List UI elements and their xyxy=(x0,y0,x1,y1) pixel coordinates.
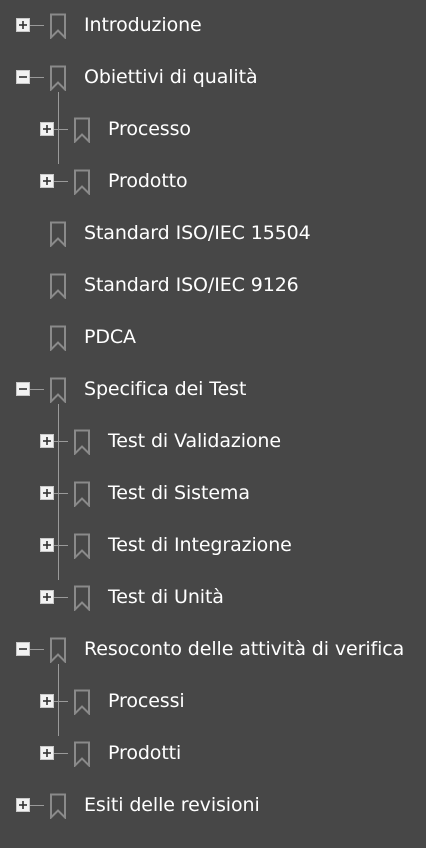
bookmark-item-test-di-sistema[interactable]: Test di Sistema xyxy=(0,468,426,520)
tree-connector-vertical xyxy=(58,92,59,164)
tree-connector-vertical xyxy=(58,404,59,580)
bookmark-label: Test di Unità xyxy=(108,586,224,608)
expand-plus-icon[interactable] xyxy=(40,434,54,448)
bookmark-item-processi[interactable]: Processi xyxy=(0,676,426,728)
bookmark-item-standard-iso-iec-9126[interactable]: Standard ISO/IEC 9126 xyxy=(0,260,426,312)
bookmark-icon xyxy=(72,741,92,767)
tree-connector xyxy=(30,389,44,390)
bookmark-icon xyxy=(72,585,92,611)
bookmark-icon xyxy=(72,429,92,455)
bookmark-icon xyxy=(48,325,68,351)
bookmark-icon xyxy=(48,273,68,299)
collapse-minus-icon[interactable] xyxy=(16,382,30,396)
tree-connector xyxy=(30,649,44,650)
bookmark-item-prodotti[interactable]: Prodotti xyxy=(0,728,426,780)
tree-connector xyxy=(30,77,44,78)
bookmark-icon xyxy=(48,221,68,247)
bookmark-item-introduzione[interactable]: Introduzione xyxy=(0,0,426,52)
tree-connector xyxy=(54,597,68,598)
bookmark-label: Processi xyxy=(108,690,185,712)
bookmark-icon xyxy=(72,117,92,143)
bookmark-label: Prodotti xyxy=(108,742,182,764)
tree-connector xyxy=(54,493,68,494)
expand-plus-icon[interactable] xyxy=(40,590,54,604)
bookmark-item-esiti-delle-revisioni[interactable]: Esiti delle revisioni xyxy=(0,780,426,832)
bookmark-label: Specifica dei Test xyxy=(84,378,247,400)
tree-connector xyxy=(54,181,68,182)
expand-plus-icon[interactable] xyxy=(40,174,54,188)
bookmark-label: Esiti delle revisioni xyxy=(84,794,260,816)
bookmark-label: Test di Integrazione xyxy=(108,534,292,556)
bookmark-item-test-di-unita[interactable]: Test di Unità xyxy=(0,572,426,624)
bookmark-item-pdca[interactable]: PDCA xyxy=(0,312,426,364)
bookmark-item-test-di-validazione[interactable]: Test di Validazione xyxy=(0,416,426,468)
tree-connector xyxy=(54,129,68,130)
bookmark-icon xyxy=(48,65,68,91)
bookmark-item-specifica-dei-test[interactable]: Specifica dei Test xyxy=(0,364,426,416)
bookmark-label: Resoconto delle attività di verifica xyxy=(84,638,405,660)
expand-plus-icon[interactable] xyxy=(40,694,54,708)
tree-connector xyxy=(54,701,68,702)
bookmark-icon xyxy=(72,481,92,507)
tree-connector xyxy=(30,805,44,806)
bookmark-icon xyxy=(48,377,68,403)
collapse-minus-icon[interactable] xyxy=(16,642,30,656)
bookmarks-tree: Introduzione Obiettivi di qualità Proces… xyxy=(0,0,426,848)
bookmark-item-test-di-integrazione[interactable]: Test di Integrazione xyxy=(0,520,426,572)
tree-connector xyxy=(54,441,68,442)
bookmark-label: Standard ISO/IEC 9126 xyxy=(84,274,299,296)
bookmark-icon xyxy=(72,689,92,715)
bookmark-label: Obiettivi di qualità xyxy=(84,66,258,88)
bookmark-label: Test di Validazione xyxy=(108,430,281,452)
collapse-minus-icon[interactable] xyxy=(16,70,30,84)
bookmark-item-resoconto-attivita-verifica[interactable]: Resoconto delle attività di verifica xyxy=(0,624,426,676)
bookmark-label: Introduzione xyxy=(84,14,202,36)
bookmark-label: PDCA xyxy=(84,326,136,348)
bookmark-item-obiettivi-di-qualita[interactable]: Obiettivi di qualità xyxy=(0,52,426,104)
expand-plus-icon[interactable] xyxy=(40,486,54,500)
tree-connector-vertical xyxy=(58,664,59,736)
expand-plus-icon[interactable] xyxy=(40,538,54,552)
bookmark-item-standard-iso-iec-15504[interactable]: Standard ISO/IEC 15504 xyxy=(0,208,426,260)
bookmark-icon xyxy=(48,793,68,819)
bookmark-label: Test di Sistema xyxy=(108,482,250,504)
tree-connector xyxy=(54,753,68,754)
tree-connector xyxy=(30,25,44,26)
expand-plus-icon[interactable] xyxy=(40,746,54,760)
bookmark-icon xyxy=(72,533,92,559)
bookmark-item-processo[interactable]: Processo xyxy=(0,104,426,156)
bookmark-icon xyxy=(48,637,68,663)
bookmark-icon xyxy=(72,169,92,195)
bookmark-label: Processo xyxy=(108,118,191,140)
expand-plus-icon[interactable] xyxy=(16,798,30,812)
expand-plus-icon[interactable] xyxy=(16,18,30,32)
bookmark-item-prodotto[interactable]: Prodotto xyxy=(0,156,426,208)
tree-connector xyxy=(54,545,68,546)
bookmark-label: Standard ISO/IEC 15504 xyxy=(84,222,311,244)
bookmark-icon xyxy=(48,13,68,39)
expand-plus-icon[interactable] xyxy=(40,122,54,136)
bookmark-label: Prodotto xyxy=(108,170,188,192)
